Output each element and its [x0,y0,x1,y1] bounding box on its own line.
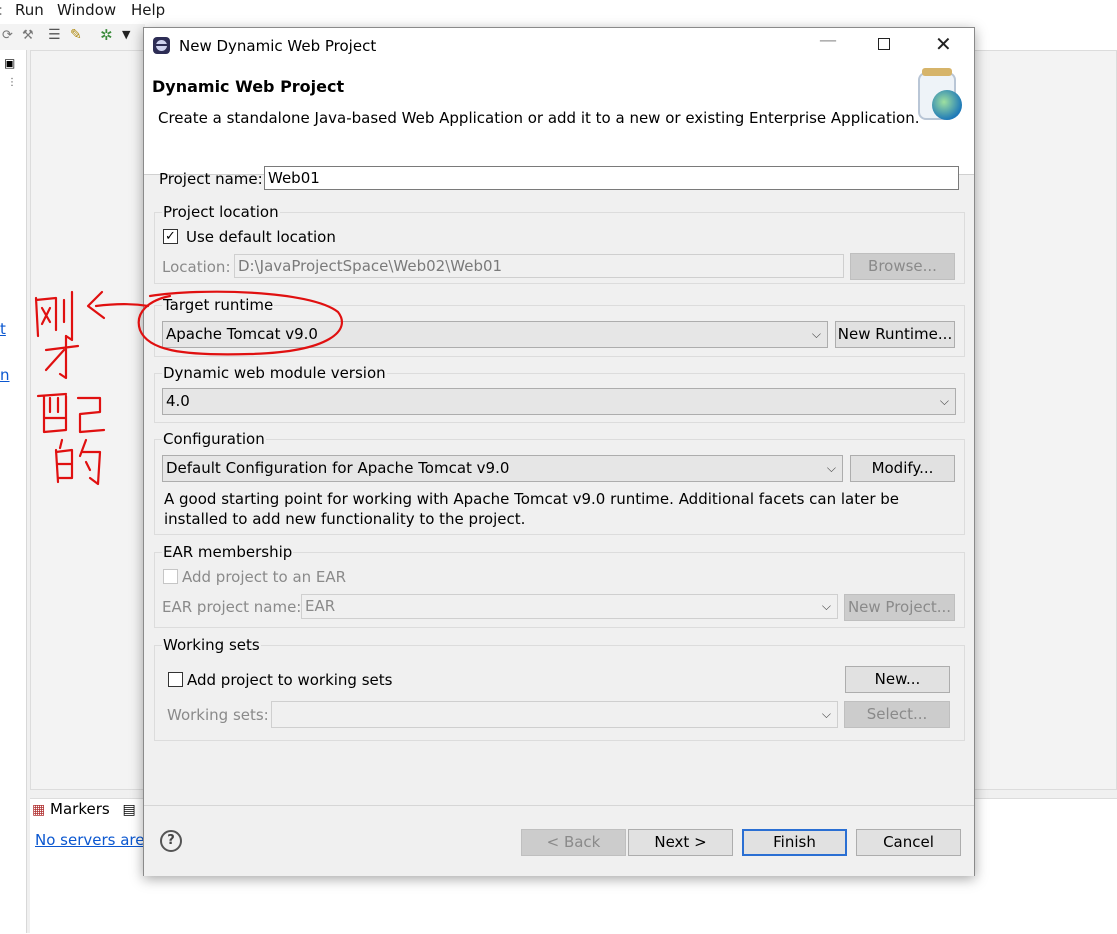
back-button[interactable]: < Back [521,829,626,856]
refresh-icon[interactable]: ⟳ [2,28,13,43]
target-runtime-label: Target runtime [162,296,275,314]
markers-tab[interactable]: ▦ Markers ▤ [32,800,136,822]
maximize-icon[interactable] [878,38,890,50]
chevron-down-icon: ⌵ [821,599,831,613]
list-icon[interactable]: ☰ [48,27,61,43]
markers-icon: ▦ [32,802,46,818]
dialog-footer: ? < Back Next > Finish Cancel [144,805,974,876]
chevron-down-icon: ⌵ [811,327,821,341]
add-to-ear-checkbox[interactable] [163,569,178,584]
new-project-button[interactable]: New Project... [844,594,955,621]
configuration-description: A good starting point for working with A… [164,490,900,528]
finish-button[interactable]: Finish [742,829,847,856]
add-to-ear-label: Add project to an EAR [182,568,347,586]
project-name-label: Project name: [159,170,263,188]
working-sets-label: Working sets [162,636,261,654]
cancel-button[interactable]: Cancel [856,829,961,856]
location-input[interactable]: D:\JavaProjectSpace\Web02\Web01 [234,254,844,278]
ide-toolbar: ⟳ ⚒ ☰ ✎ ✲ ▼ [0,24,145,50]
add-to-working-sets-label: Add project to working sets [187,671,393,689]
chevron-down-icon: ⌵ [821,707,831,721]
wizard-description: Create a standalone Java-based Web Appli… [158,109,920,127]
chevron-down-icon[interactable]: ▼ [122,28,130,41]
minimize-icon[interactable]: ▣ [4,56,15,70]
ear-membership-label: EAR membership [162,543,294,561]
use-default-location-checkbox[interactable]: ✓ [163,229,178,244]
web-project-globe-icon [910,66,974,132]
bug-icon[interactable]: ✲ [100,26,113,44]
tools-icon[interactable]: ⚒ [22,28,34,43]
more-icon[interactable]: ⋮ [7,78,17,88]
location-label: Location: [162,258,231,276]
help-icon[interactable]: ? [160,830,182,852]
menu-help[interactable]: Help [131,1,165,19]
ear-project-name-label: EAR project name: [162,598,302,616]
left-link-fragment-2[interactable]: n [0,366,10,384]
dialog-titlebar: New Dynamic Web Project — ✕ [144,28,974,64]
select-working-sets-button[interactable]: Select... [844,701,950,728]
ear-project-name-select[interactable]: EAR ⌵ [301,594,838,619]
ide-left-panel: ▣ ⋮ t n [0,50,27,933]
new-dynamic-web-project-dialog: New Dynamic Web Project — ✕ Dynamic Web … [143,27,975,876]
eclipse-icon [153,37,170,54]
menu-fragment: : [0,1,3,19]
left-link-fragment-1[interactable]: t [0,320,6,338]
chevron-down-icon: ⌵ [826,461,836,475]
use-default-location-label: Use default location [186,228,336,246]
wizard-title: Dynamic Web Project [152,77,345,96]
servers-link[interactable]: No servers are [35,831,145,849]
new-runtime-button[interactable]: New Runtime... [835,321,955,348]
properties-icon[interactable]: ▤ [122,802,135,818]
wizard-header: Dynamic Web Project Create a standalone … [144,64,974,175]
working-sets-field-label: Working sets: [167,706,269,724]
project-location-label: Project location [162,203,280,221]
add-to-working-sets-checkbox[interactable] [168,672,183,687]
target-runtime-select[interactable]: Apache Tomcat v9.0 ⌵ [162,321,828,348]
configuration-select[interactable]: Default Configuration for Apache Tomcat … [162,455,843,482]
new-working-set-button[interactable]: New... [845,666,950,693]
module-version-label: Dynamic web module version [162,364,387,382]
module-version-select[interactable]: 4.0 ⌵ [162,388,956,415]
next-button[interactable]: Next > [628,829,733,856]
project-name-input[interactable]: Web01 [264,166,959,190]
wizard-icon[interactable]: ✎ [70,27,82,43]
ide-menubar: : Run Window Help [0,0,1117,24]
dialog-title: New Dynamic Web Project [179,37,377,55]
close-icon[interactable]: ✕ [935,32,952,56]
configuration-label: Configuration [162,430,266,448]
minimize-icon[interactable]: — [819,30,837,51]
browse-button[interactable]: Browse... [850,253,955,280]
menu-run[interactable]: Run [15,1,44,19]
menu-window[interactable]: Window [57,1,116,19]
working-sets-select[interactable]: ⌵ [271,701,838,728]
chevron-down-icon: ⌵ [939,394,949,408]
modify-button[interactable]: Modify... [850,455,955,482]
